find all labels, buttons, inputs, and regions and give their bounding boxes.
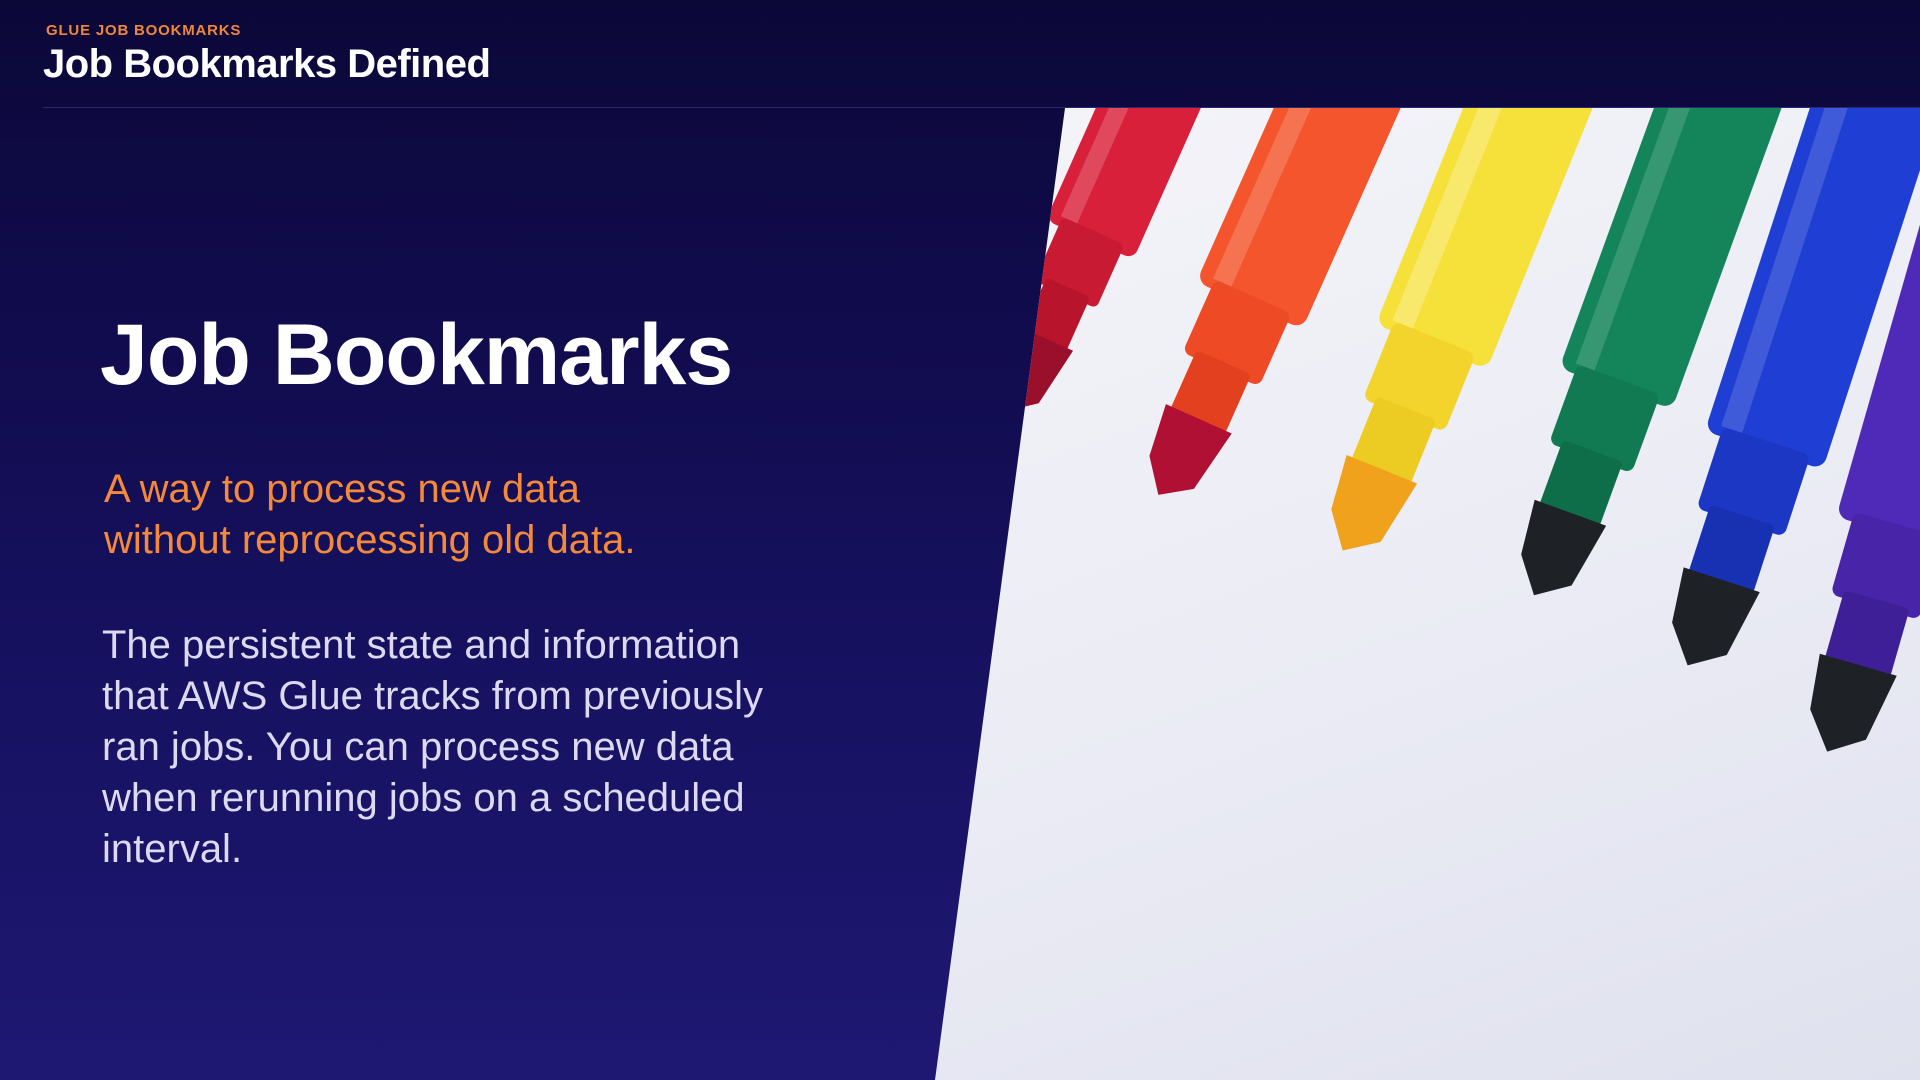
- body-line: that AWS Glue tracks from previously: [102, 674, 763, 718]
- subtitle-line: without reprocessing old data.: [104, 518, 636, 562]
- subtitle-line: A way to process new data: [104, 467, 580, 511]
- header-title: Job Bookmarks Defined: [43, 42, 491, 86]
- markers-photo: [935, 108, 1920, 1080]
- body-line: when rerunning jobs on a scheduled: [102, 776, 745, 820]
- slide-subtitle: A way to process new data without reproc…: [104, 464, 804, 566]
- header-kicker: GLUE JOB BOOKMARKS: [46, 22, 242, 39]
- slide-title: Job Bookmarks: [100, 307, 733, 403]
- header-divider: [43, 107, 1920, 108]
- slide-body: The persistent state and information tha…: [102, 620, 822, 875]
- body-line: interval.: [102, 827, 243, 871]
- markers-illustration: [1000, 108, 1920, 752]
- body-line: ran jobs. You can process new data: [102, 725, 734, 769]
- body-line: The persistent state and information: [102, 623, 741, 667]
